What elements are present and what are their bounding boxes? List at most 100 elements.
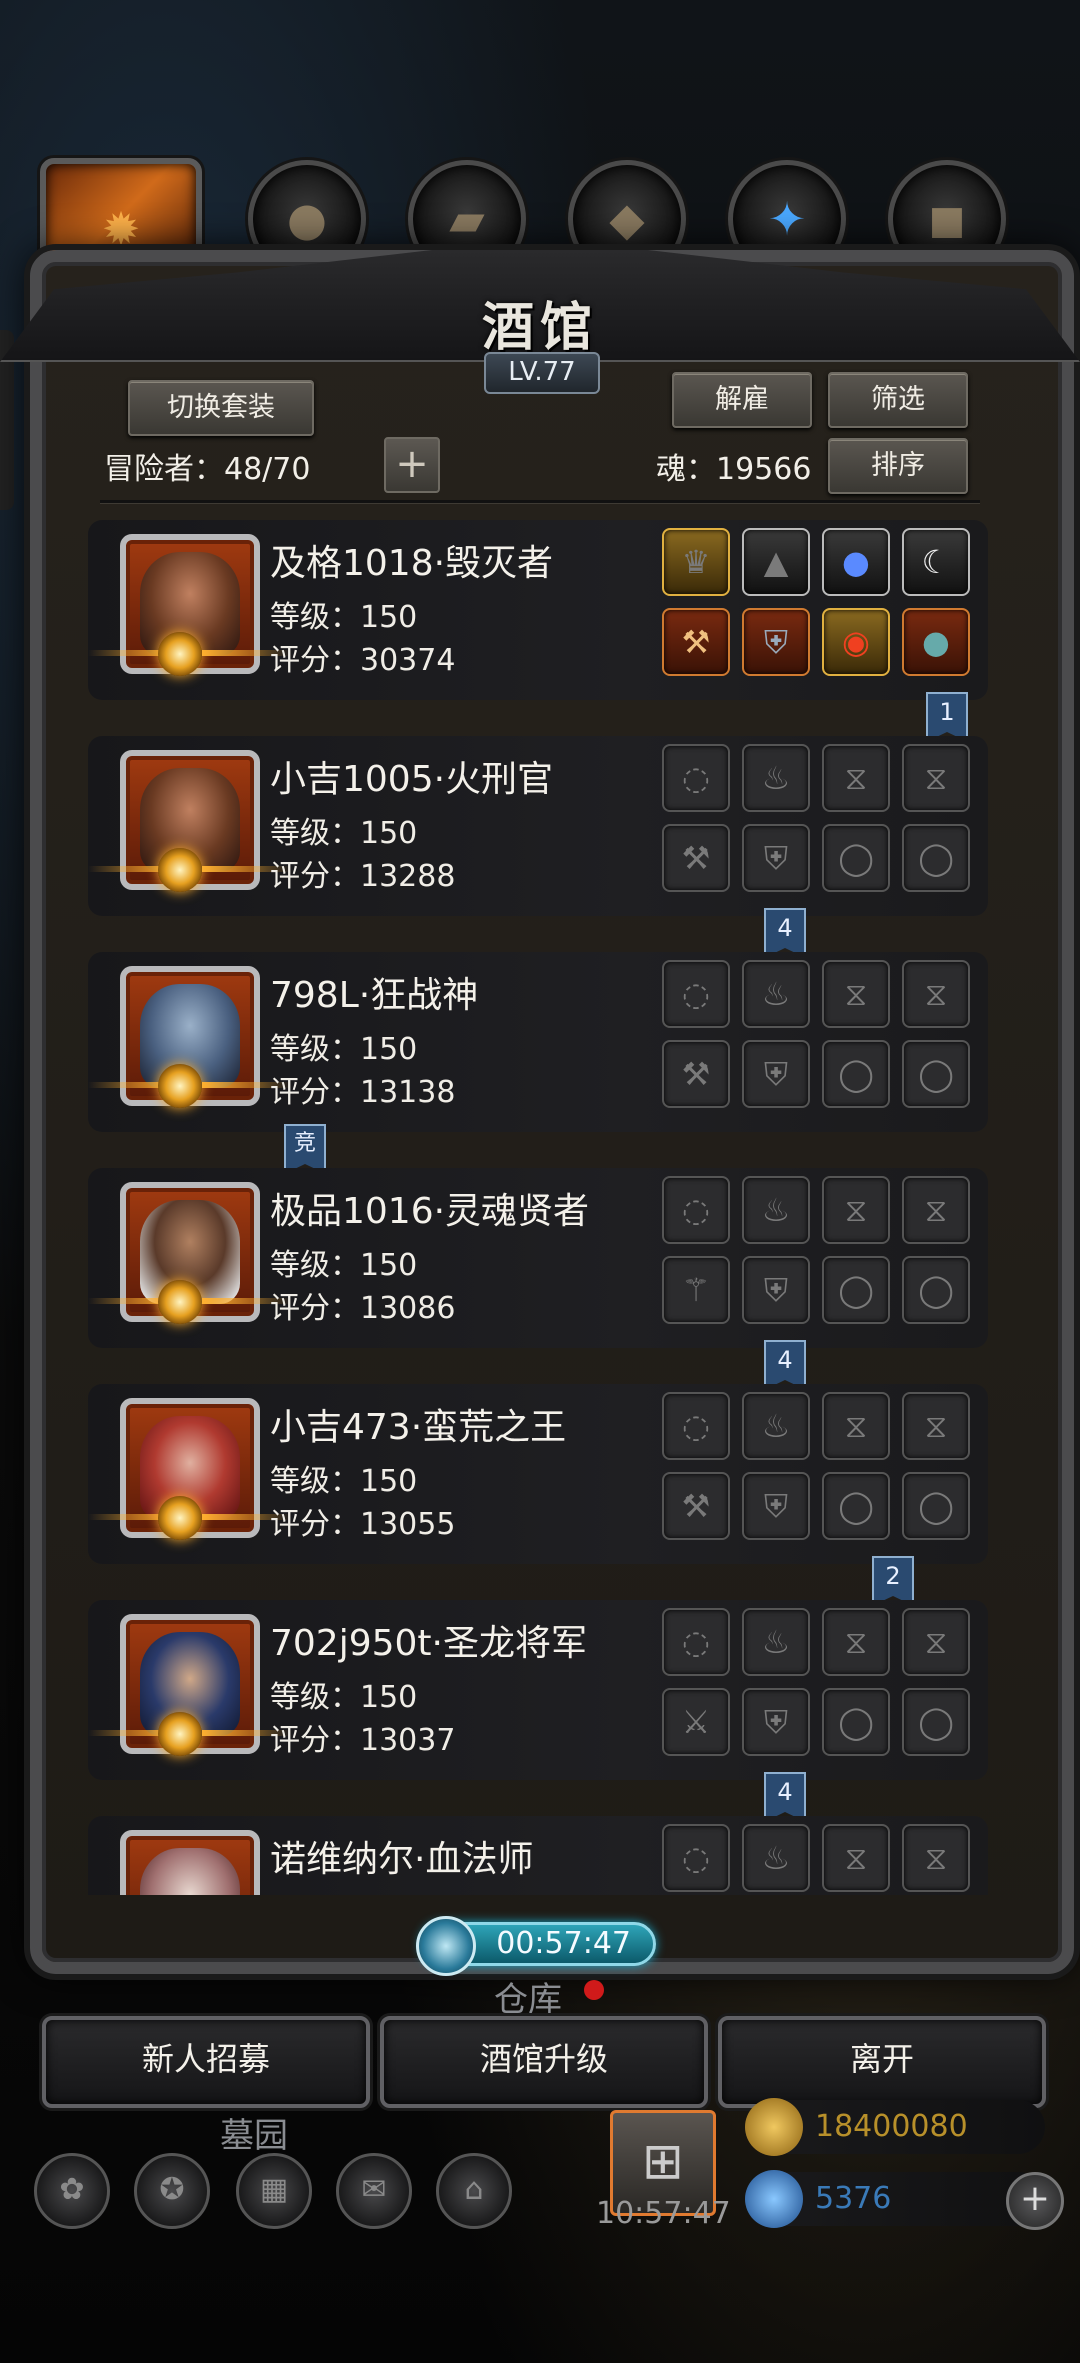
blue-crystal-icon: ✦ <box>767 192 807 246</box>
add-currency-button[interactable]: + <box>1006 2172 1064 2230</box>
graveyard-label: 墓园 <box>220 2116 288 2156</box>
rank-flag: 4 <box>764 908 806 958</box>
adventurer-name: 702j950t·圣龙将军 <box>270 1623 587 1664</box>
upgrade-tavern-button[interactable]: 酒馆升级 <box>380 2016 708 2108</box>
axe-slot-icon[interactable]: ⚒ <box>662 1040 730 1108</box>
chest-slot-icon[interactable]: ⛨ <box>742 1688 810 1756</box>
chest-slot-icon[interactable]: ⛨ <box>742 1256 810 1324</box>
armor-slot-icon[interactable]: ♨ <box>742 960 810 1028</box>
star-emblem-icon <box>158 1280 202 1324</box>
armor-slot-icon[interactable]: ♨ <box>742 1824 810 1892</box>
adventurer-score: 评分：13086 <box>270 1291 456 1326</box>
sort-button[interactable]: 排序 <box>828 438 968 494</box>
accessory-slot-icon[interactable]: ⧖ <box>822 1608 890 1676</box>
recruit-button[interactable]: 新人招募 <box>42 2016 370 2108</box>
ring-slot-icon[interactable]: ◯ <box>902 1472 970 1540</box>
settings-icon[interactable]: ✿ <box>34 2153 110 2229</box>
adventurer-card[interactable]: 及格1018·毁灭者 等级：150 评分：30374 ♛ ▲ ● ☾ ⚒ ⛨ ◉… <box>88 520 988 700</box>
leather-armor-icon: ● <box>286 192 328 246</box>
avatar <box>120 1830 260 1895</box>
achievement-icon[interactable]: ✪ <box>134 2153 210 2229</box>
adventurer-name: 及格1018·毁灭者 <box>270 543 554 584</box>
armor-slot-icon[interactable]: ♨ <box>742 1608 810 1676</box>
leave-button[interactable]: 离开 <box>718 2016 1046 2108</box>
accessory-slot-icon[interactable]: ⧖ <box>902 1176 970 1244</box>
chest-slot-icon[interactable]: ⛨ <box>742 824 810 892</box>
rank-flag: 2 <box>872 1556 914 1606</box>
accessory-slot-icon[interactable]: ⧖ <box>822 744 890 812</box>
boots-icon[interactable]: ▲ <box>742 528 810 596</box>
tavern-crest-icon: ✹ <box>101 202 141 256</box>
accessory-slot-icon[interactable]: ⧖ <box>902 744 970 812</box>
adventurer-card[interactable]: 诺维纳尔·血法师 ◌ ♨ ⧖ ⧖ <box>88 1816 988 1895</box>
page-title: 酒馆 <box>481 297 598 358</box>
accessory-slot-icon[interactable]: ⧖ <box>902 1392 970 1460</box>
mail-icon[interactable]: ✉ <box>336 2153 412 2229</box>
armor-slot-icon[interactable]: ♨ <box>742 1176 810 1244</box>
adventurer-list[interactable]: 及格1018·毁灭者 等级：150 评分：30374 ♛ ▲ ● ☾ ⚒ ⛨ ◉… <box>88 520 988 1895</box>
chest-slot-icon[interactable]: ⛨ <box>742 1040 810 1108</box>
armor-icon[interactable]: ⛨ <box>742 608 810 676</box>
claw-icon[interactable]: ☾ <box>902 528 970 596</box>
accessory-slot-icon[interactable]: ⧖ <box>902 1608 970 1676</box>
steel-bars-icon: ◼ <box>927 192 967 246</box>
star-emblem-icon <box>158 848 202 892</box>
helmet-slot-icon[interactable]: ◌ <box>662 1824 730 1892</box>
star-emblem-icon <box>158 1064 202 1108</box>
helmet-slot-icon[interactable]: ◌ <box>662 744 730 812</box>
warehouse-label: 仓库 <box>494 1980 562 2020</box>
adventurer-score: 评分：13288 <box>270 859 456 894</box>
accessory-slot-icon[interactable]: ⧖ <box>822 1176 890 1244</box>
armor-slot-icon[interactable]: ♨ <box>742 1392 810 1460</box>
ring-slot-icon[interactable]: ◯ <box>902 1256 970 1324</box>
accessory-slot-icon[interactable]: ⧖ <box>902 1824 970 1892</box>
adventurer-level: 等级：150 <box>270 1032 418 1067</box>
adventurer-card[interactable]: 极品1016·灵魂贤者 等级：150 评分：13086 ◌ ♨ ⧖ ⧖ ⚚ ⛨ … <box>88 1168 988 1348</box>
helmet-slot-icon[interactable]: ◌ <box>662 1176 730 1244</box>
ring-slot-icon[interactable]: ◯ <box>822 824 890 892</box>
accessory-slot-icon[interactable]: ⧖ <box>822 960 890 1028</box>
star-emblem-icon <box>158 632 202 676</box>
rank-flag: 4 <box>764 1340 806 1390</box>
clock-icon <box>416 1916 476 1976</box>
axe-icon[interactable]: ⚒ <box>662 608 730 676</box>
potion-icon[interactable]: ● <box>822 528 890 596</box>
helmet-slot-icon[interactable]: ◌ <box>662 1608 730 1676</box>
accessory-slot-icon[interactable]: ⧖ <box>902 960 970 1028</box>
adventurer-card[interactable]: 小吉473·蛮荒之王 等级：150 评分：13055 ◌ ♨ ⧖ ⧖ ⚒ ⛨ ◯… <box>88 1384 988 1564</box>
axe-slot-icon[interactable]: ⚒ <box>662 824 730 892</box>
wood-planks-icon: ▰ <box>449 192 485 246</box>
flame-crown-icon[interactable]: ♛ <box>662 528 730 596</box>
helmet-slot-icon[interactable]: ◌ <box>662 1392 730 1460</box>
accessory-slot-icon[interactable]: ⧖ <box>822 1824 890 1892</box>
orb-icon[interactable]: ● <box>902 608 970 676</box>
ring-slot-icon[interactable]: ◯ <box>902 1688 970 1756</box>
filter-button[interactable]: 筛选 <box>828 372 968 428</box>
ring-slot-icon[interactable]: ◯ <box>822 1472 890 1540</box>
rank-flag: 4 <box>764 1772 806 1822</box>
adventurer-card[interactable]: 小吉1005·火刑官 等级：150 评分：13288 ◌ ♨ ⧖ ⧖ ⚒ ⛨ ◯… <box>88 736 988 916</box>
guild-icon[interactable]: ▦ <box>236 2153 312 2229</box>
ring-slot-icon[interactable]: ◯ <box>822 1688 890 1756</box>
adventurer-level: 等级：150 <box>270 1464 418 1499</box>
ring-slot-icon[interactable]: ◯ <box>822 1040 890 1108</box>
ring-icon[interactable]: ◉ <box>822 608 890 676</box>
adventurer-card[interactable]: 702j950t·圣龙将军 等级：150 评分：13037 ◌ ♨ ⧖ ⧖ ⚔ … <box>88 1600 988 1780</box>
switch-outfit-button[interactable]: 切换套装 <box>128 380 314 436</box>
staff-slot-icon[interactable]: ⚚ <box>662 1256 730 1324</box>
armor-slot-icon[interactable]: ♨ <box>742 744 810 812</box>
add-adventurer-button[interactable]: + <box>384 437 440 493</box>
helmet-slot-icon[interactable]: ◌ <box>662 960 730 1028</box>
shop-icon[interactable]: ⌂ <box>436 2153 512 2229</box>
sword-slot-icon[interactable]: ⚔ <box>662 1688 730 1756</box>
axe-slot-icon[interactable]: ⚒ <box>662 1472 730 1540</box>
accessory-slot-icon[interactable]: ⧖ <box>822 1392 890 1460</box>
ring-slot-icon[interactable]: ◯ <box>902 824 970 892</box>
chest-slot-icon[interactable]: ⛨ <box>742 1472 810 1540</box>
adventurer-level: 等级：150 <box>270 816 418 851</box>
arena-flag: 竞 <box>284 1124 326 1174</box>
ring-slot-icon[interactable]: ◯ <box>822 1256 890 1324</box>
dismiss-button[interactable]: 解雇 <box>672 372 812 428</box>
ring-slot-icon[interactable]: ◯ <box>902 1040 970 1108</box>
adventurer-card[interactable]: 798L·狂战神 等级：150 评分：13138 ◌ ♨ ⧖ ⧖ ⚒ ⛨ ◯ ◯ <box>88 952 988 1132</box>
